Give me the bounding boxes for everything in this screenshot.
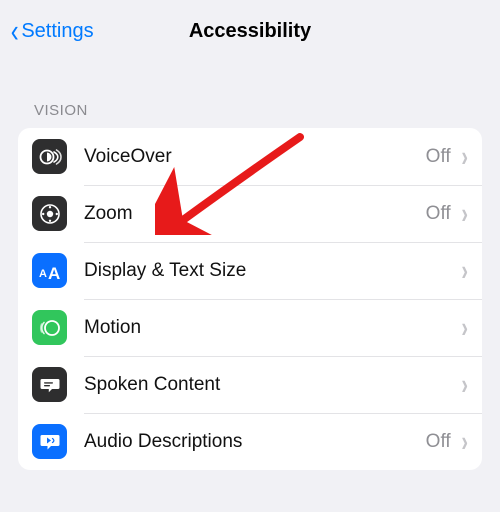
cell-value: Off bbox=[426, 146, 451, 168]
page-title: Accessibility bbox=[189, 20, 311, 43]
zoom-icon bbox=[32, 196, 67, 231]
chevron-left-icon: ‹ bbox=[11, 23, 19, 39]
motion-icon bbox=[32, 310, 67, 345]
svg-text:A: A bbox=[48, 264, 60, 281]
section-header-vision: VISION bbox=[0, 62, 500, 128]
cell-zoom[interactable]: Zoom Off › bbox=[18, 185, 482, 242]
display-text-size-icon: AA bbox=[32, 253, 67, 288]
svg-text:A: A bbox=[39, 268, 47, 280]
cell-display-text-size[interactable]: AA Display & Text Size › bbox=[18, 242, 482, 299]
chevron-right-icon: › bbox=[461, 368, 468, 402]
cell-value: Off bbox=[426, 203, 451, 225]
cell-audio-descriptions[interactable]: Audio Descriptions Off › bbox=[18, 413, 482, 470]
spoken-content-icon bbox=[32, 367, 67, 402]
cell-voiceover[interactable]: VoiceOver Off › bbox=[18, 128, 482, 185]
cell-spoken-content[interactable]: Spoken Content › bbox=[18, 356, 482, 413]
cell-label: Display & Text Size bbox=[84, 260, 451, 282]
chevron-right-icon: › bbox=[461, 140, 468, 174]
chevron-right-icon: › bbox=[461, 311, 468, 345]
back-label: Settings bbox=[21, 20, 93, 43]
navigation-bar: ‹ Settings Accessibility bbox=[0, 0, 500, 62]
cell-label: Spoken Content bbox=[84, 374, 451, 396]
cell-value: Off bbox=[426, 431, 451, 453]
cell-label: VoiceOver bbox=[84, 146, 426, 168]
cell-label: Zoom bbox=[84, 203, 426, 225]
audio-descriptions-icon bbox=[32, 424, 67, 459]
cell-label: Motion bbox=[84, 317, 451, 339]
chevron-right-icon: › bbox=[461, 425, 468, 459]
cell-label: Audio Descriptions bbox=[84, 431, 426, 453]
voiceover-icon bbox=[32, 139, 67, 174]
back-button[interactable]: ‹ Settings bbox=[10, 0, 94, 62]
chevron-right-icon: › bbox=[461, 254, 468, 288]
cell-motion[interactable]: Motion › bbox=[18, 299, 482, 356]
vision-group: VoiceOver Off › Zoom Off › AA Display & … bbox=[18, 128, 482, 470]
chevron-right-icon: › bbox=[461, 197, 468, 231]
